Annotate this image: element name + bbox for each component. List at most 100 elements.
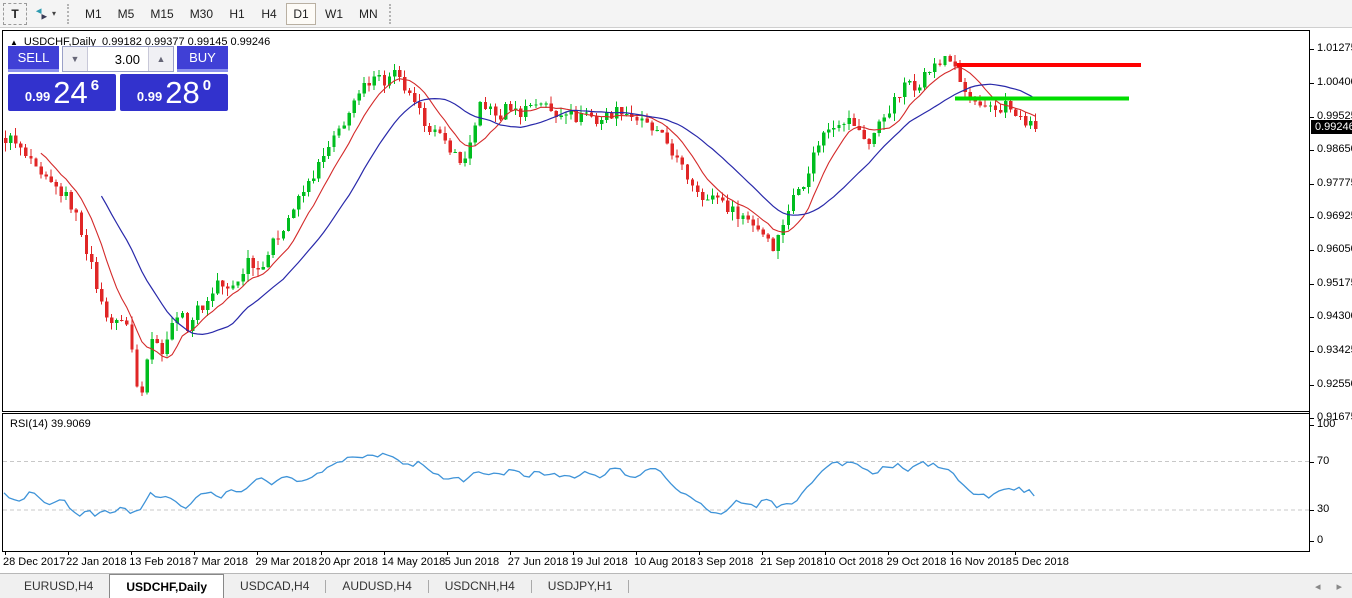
tabs-scroll-left-button[interactable]: ◂ xyxy=(1315,580,1321,593)
date-axis-tick xyxy=(257,552,258,555)
volume-spinner: ▼ 3.00 ▲ xyxy=(62,46,174,72)
chart-tab-USDCHF-Daily[interactable]: USDCHF,Daily xyxy=(109,574,224,598)
price-axis-label: 1.00400 xyxy=(1317,76,1352,89)
price-axis-tick xyxy=(1310,150,1314,151)
chart-window: ▲ USDCHF,Daily 0.99182 0.99377 0.99145 0… xyxy=(0,28,1352,573)
volume-input[interactable]: 3.00 xyxy=(88,47,148,71)
timeframe-button-D1[interactable]: D1 xyxy=(286,3,316,25)
chart-tab-USDJPY-H1[interactable]: USDJPY,H1 xyxy=(532,574,628,598)
timeframe-button-H1[interactable]: H1 xyxy=(222,3,252,25)
timeframe-button-M15[interactable]: M15 xyxy=(143,3,180,25)
timeframe-button-MN[interactable]: MN xyxy=(352,3,385,25)
volume-decrease-button[interactable]: ▼ xyxy=(63,47,88,71)
buy-price-big: 28 xyxy=(165,77,199,108)
timeframe-group: M1M5M15M30H1H4D1W1MN xyxy=(78,3,385,25)
date-axis[interactable]: 28 Dec 201722 Jan 201813 Feb 20187 Mar 2… xyxy=(2,552,1309,573)
rsi-axis-label: 30 xyxy=(1317,503,1329,516)
date-axis-tick xyxy=(888,552,889,555)
price-axis-label: 0.92550 xyxy=(1317,378,1352,391)
rsi-axis-tick xyxy=(1310,462,1314,463)
arrows-tool-button[interactable]: ▾ xyxy=(27,3,63,25)
top-toolbar: T ▾ M1M5M15M30H1H4D1W1MN xyxy=(0,0,1352,28)
price-axis-label: 0.95175 xyxy=(1317,277,1352,290)
date-axis-tick xyxy=(825,552,826,555)
date-axis-label: 22 Jan 2018 xyxy=(66,556,127,568)
date-axis-label: 21 Sep 2018 xyxy=(760,556,822,568)
timeframe-button-M1[interactable]: M1 xyxy=(78,3,109,25)
date-axis-tick xyxy=(952,552,953,555)
price-axis-label: 0.98650 xyxy=(1317,143,1352,156)
timeframe-button-H4[interactable]: H4 xyxy=(254,3,284,25)
date-axis-tick xyxy=(510,552,511,555)
chart-tab-USDCNH-H4[interactable]: USDCNH,H4 xyxy=(429,574,531,598)
date-axis-label: 20 Apr 2018 xyxy=(319,556,378,568)
date-axis-tick xyxy=(573,552,574,555)
date-axis-tick xyxy=(1015,552,1016,555)
date-axis-tick xyxy=(194,552,195,555)
trading-terminal: T ▾ M1M5M15M30H1H4D1W1MN ▲ USDCHF,Daily … xyxy=(0,0,1352,598)
date-axis-tick xyxy=(447,552,448,555)
rsi-axis-tick xyxy=(1310,541,1314,542)
buy-button[interactable]: BUY xyxy=(177,46,228,72)
price-axis-tick xyxy=(1310,117,1314,118)
date-axis-tick xyxy=(384,552,385,555)
sell-button[interactable]: SELL xyxy=(8,46,59,72)
rsi-line xyxy=(4,453,1034,516)
chart-tabbar: EURUSD,H4USDCHF,DailyUSDCAD,H4AUDUSD,H4U… xyxy=(0,573,1352,598)
chart-tab-USDCAD-H4[interactable]: USDCAD,H4 xyxy=(224,574,325,598)
price-axis-tick xyxy=(1310,317,1314,318)
tab-scroll-controls: ◂ ▸ xyxy=(1315,574,1342,598)
price-axis-tick xyxy=(1310,284,1314,285)
dropdown-caret-icon: ▾ xyxy=(52,9,56,18)
rsi-axis-label: 100 xyxy=(1317,418,1335,431)
support-ray xyxy=(955,96,1129,100)
buy-price-button[interactable]: 0.99 28 0 xyxy=(120,74,228,111)
price-axis-tick xyxy=(1310,49,1314,50)
price-axis-tick xyxy=(1310,250,1314,251)
rsi-plot[interactable] xyxy=(2,413,1309,552)
timeframe-button-M30[interactable]: M30 xyxy=(183,3,220,25)
sell-price-prefix: 0.99 xyxy=(25,89,50,104)
price-axis-tick xyxy=(1310,418,1314,419)
price-axis-label: 0.94300 xyxy=(1317,310,1352,323)
toolbar-grip[interactable] xyxy=(67,4,74,24)
date-axis-tick xyxy=(699,552,700,555)
sell-price-pip: 6 xyxy=(91,77,99,94)
tab-separator xyxy=(628,580,629,593)
date-axis-label: 29 Mar 2018 xyxy=(255,556,317,568)
date-axis-label: 16 Nov 2018 xyxy=(950,556,1012,568)
date-axis-label: 5 Dec 2018 xyxy=(1013,556,1069,568)
date-axis-label: 13 Feb 2018 xyxy=(129,556,191,568)
sell-price-button[interactable]: 0.99 24 6 xyxy=(8,74,116,111)
buy-price-pip: 0 xyxy=(203,77,211,94)
timeframe-button-W1[interactable]: W1 xyxy=(318,3,350,25)
resistance-ray xyxy=(957,63,1141,67)
date-axis-label: 7 Mar 2018 xyxy=(192,556,248,568)
price-axis-tick xyxy=(1310,184,1314,185)
date-axis-label: 5 Jun 2018 xyxy=(445,556,499,568)
tabs-scroll-right-button[interactable]: ▸ xyxy=(1336,580,1342,593)
rsi-axis-label: 0 xyxy=(1317,534,1323,547)
price-axis-tick xyxy=(1310,385,1314,386)
date-axis-tick xyxy=(131,552,132,555)
current-price-tag: 0.99246 xyxy=(1311,120,1352,134)
timeframe-button-M5[interactable]: M5 xyxy=(111,3,142,25)
rsi-indicator-label: RSI(14) 39.9069 xyxy=(10,418,91,430)
date-axis-label: 10 Aug 2018 xyxy=(634,556,696,568)
arrows-icon xyxy=(34,7,49,21)
date-axis-tick xyxy=(636,552,637,555)
rsi-axis-label: 70 xyxy=(1317,455,1329,468)
date-axis-tick xyxy=(68,552,69,555)
date-axis-label: 14 May 2018 xyxy=(382,556,446,568)
date-axis-label: 19 Jul 2018 xyxy=(571,556,628,568)
volume-increase-button[interactable]: ▲ xyxy=(148,47,173,71)
chart-tab-AUDUSD-H4[interactable]: AUDUSD,H4 xyxy=(326,574,427,598)
chart-tab-EURUSD-H4[interactable]: EURUSD,H4 xyxy=(8,574,109,598)
price-axis[interactable]: 1.012751.004000.995250.986500.977750.969… xyxy=(1309,30,1352,552)
toolbar-grip-end[interactable] xyxy=(389,4,396,24)
price-axis-tick xyxy=(1310,217,1314,218)
price-axis-label: 1.01275 xyxy=(1317,42,1352,55)
date-axis-tick xyxy=(762,552,763,555)
price-axis-label: 0.96050 xyxy=(1317,243,1352,256)
text-tool-button[interactable]: T xyxy=(3,3,27,25)
